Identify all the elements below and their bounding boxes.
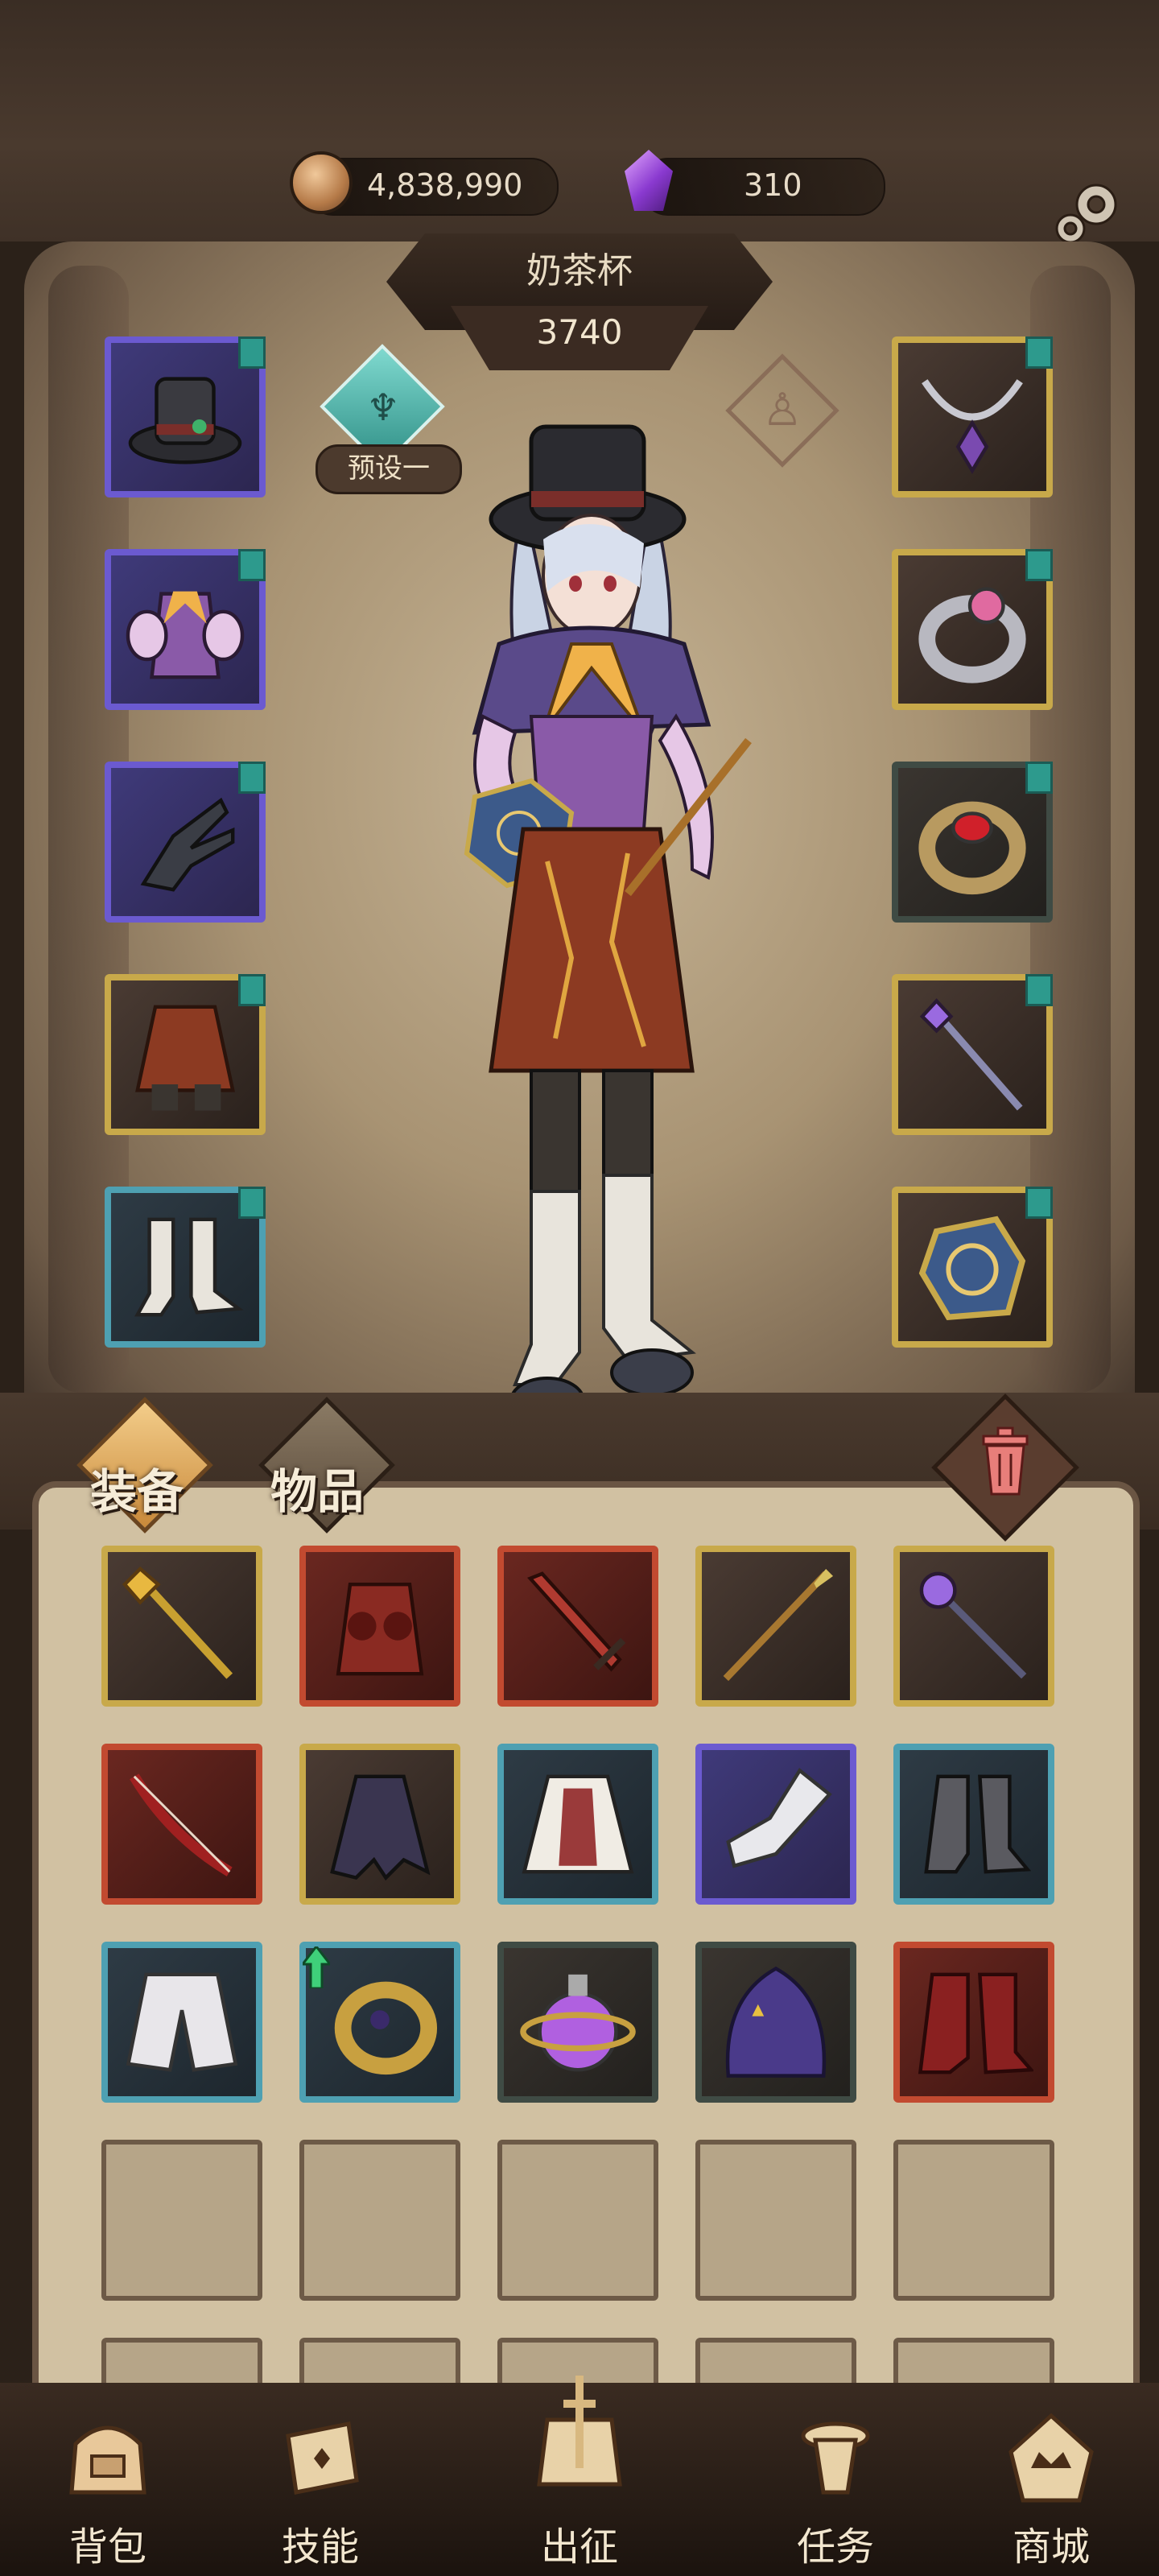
corset-coat-icon [522, 1774, 634, 1874]
potion-orb-icon [520, 1974, 636, 2072]
skill-book-icon [286, 2421, 359, 2495]
equipped-badge-icon [1025, 974, 1053, 1006]
wizard-hood-icon [725, 1966, 827, 2078]
equipped-badge-icon [238, 1187, 266, 1219]
nav-skills[interactable]: 技能 [240, 2396, 401, 2573]
red-skirt-icon [135, 1005, 235, 1111]
empty-inventory-slot[interactable] [893, 2140, 1054, 2301]
tab-equipment[interactable]: 装备 [90, 1454, 184, 1521]
nav-quests-label: 任务 [796, 2524, 874, 2570]
empty-inventory-slot[interactable] [101, 2140, 262, 2301]
red-boots-icon [918, 1972, 1033, 2074]
gold-ring-icon [334, 1981, 438, 2075]
empty-inventory-slot[interactable] [695, 2140, 856, 2301]
rune-tome-icon [918, 1216, 1026, 1321]
inventory-slot[interactable] [299, 1744, 460, 1905]
inventory-slot[interactable] [695, 1744, 856, 1905]
inventory-slot[interactable] [695, 1546, 856, 1707]
crystal-staff-icon [919, 998, 1023, 1111]
nav-skills-label: 技能 [281, 2524, 359, 2570]
inventory-slot[interactable] [101, 1942, 262, 2103]
long-spear-icon [723, 1568, 834, 1682]
inventory-slot[interactable] [101, 1546, 262, 1707]
equipped-badge-icon [1025, 549, 1053, 581]
gear-icon[interactable] [1048, 172, 1128, 253]
gem-amount: 310 [744, 167, 802, 203]
equipped-badge-icon [238, 549, 266, 581]
shop-crown-icon [1008, 2413, 1094, 2503]
bone-bow-icon [130, 1773, 233, 1876]
nav-shop[interactable]: 商城 [971, 2396, 1132, 2573]
character-figure [464, 424, 752, 1425]
demon-armor-icon [336, 1582, 424, 1676]
nav-quests[interactable]: 任务 [755, 2396, 916, 2573]
scroll-icon [801, 2421, 870, 2495]
grey-boots-icon [924, 1774, 1032, 1874]
empty-inventory-slot[interactable] [299, 2140, 460, 2301]
trash-icon [982, 1426, 1029, 1496]
inventory-slot[interactable] [497, 1744, 658, 1905]
white-gauntlet-icon [726, 1768, 832, 1868]
inventory-slot[interactable] [101, 1744, 262, 1905]
inventory-slot[interactable] [893, 1744, 1054, 1905]
character-name: 奶茶杯 [526, 250, 633, 291]
nav-backpack-label: 背包 [68, 2524, 146, 2570]
ragged-cloak-icon [330, 1774, 431, 1881]
character-power: 3740 [536, 312, 623, 352]
equipped-badge-icon [238, 336, 266, 369]
upgrade-arrow-icon [299, 1944, 333, 1990]
puff-dress-icon [126, 591, 245, 679]
backpack-icon [69, 2425, 146, 2495]
ruby-ring-icon [918, 801, 1026, 895]
inventory-slot[interactable] [497, 1546, 658, 1707]
nav-shop-label: 商城 [1012, 2524, 1090, 2570]
nav-expedition-label: 出征 [540, 2524, 618, 2570]
coin-icon [290, 151, 353, 214]
tab-items[interactable]: 物品 [270, 1454, 364, 1521]
equipped-badge-icon [1025, 762, 1053, 794]
top-hat-icon [128, 377, 242, 464]
empty-inventory-slot[interactable] [497, 2140, 658, 2301]
expedition-sword-icon [537, 2376, 622, 2487]
crystal-necklace-icon [922, 379, 1023, 474]
inventory-slot[interactable] [497, 1942, 658, 2103]
claw-glove-icon [140, 797, 235, 892]
inventory-slot[interactable] [695, 1942, 856, 2103]
orb-scepter-icon [919, 1571, 1027, 1679]
equipped-badge-icon [1025, 1187, 1053, 1219]
inventory-slot[interactable] [893, 1942, 1054, 2103]
silver-ring-icon [918, 587, 1026, 683]
coin-amount: 4,838,990 [367, 167, 523, 203]
top-bar [0, 0, 1159, 242]
golden-staff-icon [122, 1567, 233, 1679]
equipped-badge-icon [1025, 336, 1053, 369]
white-pants-icon [126, 1972, 238, 2072]
inventory-slot[interactable] [893, 1546, 1054, 1707]
inventory-slot[interactable] [299, 1546, 460, 1707]
equipped-badge-icon [238, 762, 266, 794]
equipped-badge-icon [238, 974, 266, 1006]
crimson-sword-icon [527, 1571, 626, 1672]
white-boots-icon [134, 1217, 244, 1317]
nav-backpack[interactable]: 背包 [27, 2396, 188, 2573]
nav-expedition[interactable]: 出征 [499, 2372, 660, 2570]
